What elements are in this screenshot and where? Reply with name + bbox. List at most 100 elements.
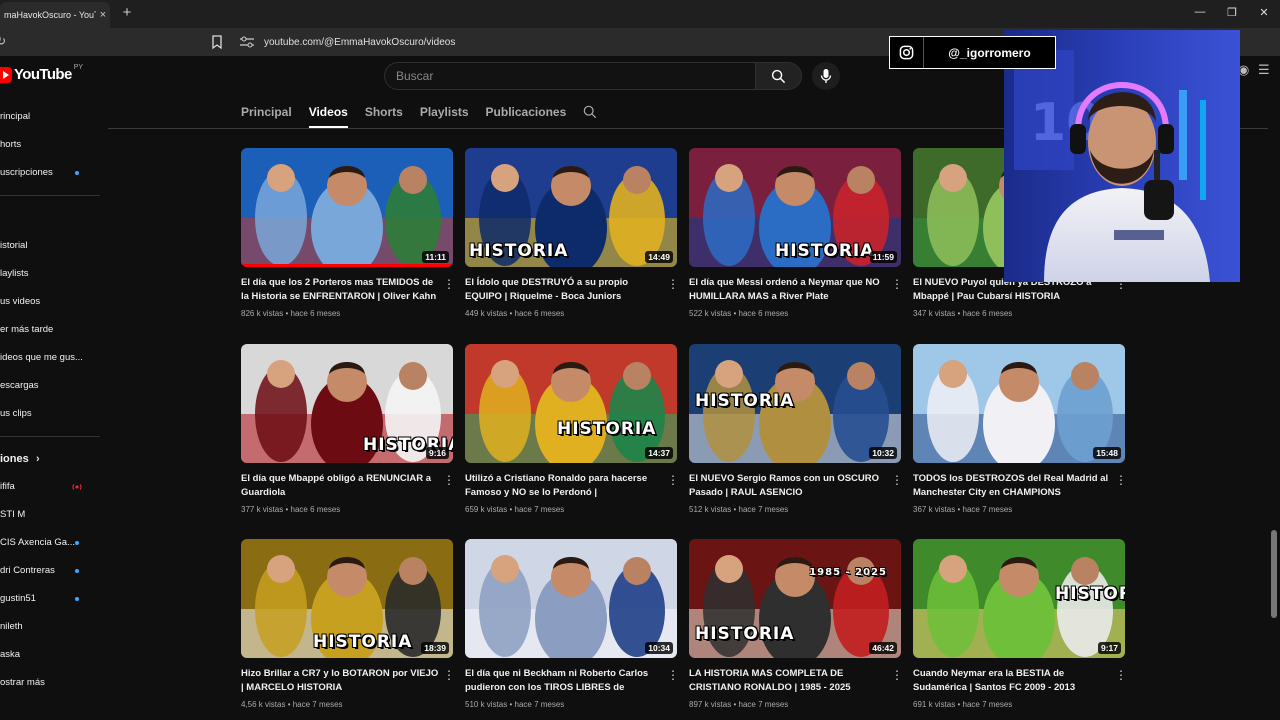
site-settings-icon[interactable] xyxy=(238,35,256,49)
subscription-item[interactable]: dri Contreras xyxy=(0,561,100,581)
video-title[interactable]: El día que los 2 Porteros mas TEMIDOS de… xyxy=(241,276,439,304)
restore-button[interactable]: ❐ xyxy=(1220,6,1244,19)
search-input[interactable] xyxy=(385,63,755,89)
video-thumbnail[interactable]: HISTORIA 9:17 xyxy=(913,539,1125,658)
more-actions-icon[interactable]: ⋮ xyxy=(443,474,455,488)
video-thumbnail[interactable]: HISTORIA 11:59 xyxy=(689,148,901,267)
video-card[interactable]: HISTORIA 14:49 El Ídolo que DESTRUYÓ a su … xyxy=(465,148,679,338)
sidebar-item-your-videos[interactable]: us videos xyxy=(0,292,100,312)
sidebar-item-liked-videos[interactable]: ideos que me gus... xyxy=(0,348,100,368)
video-views: 449 k vistas xyxy=(465,309,508,318)
sidebar-item-shorts[interactable]: horts xyxy=(0,135,100,155)
video-title[interactable]: El NUEVO Sergio Ramos con un OSCURO Pasa… xyxy=(689,472,887,500)
channel-search-button[interactable] xyxy=(583,100,599,124)
video-card[interactable]: HISTORIA 9:16 El día que Mbappé obligó a R… xyxy=(241,344,455,534)
video-thumbnail[interactable]: 15:48 xyxy=(913,344,1125,463)
close-window-button[interactable]: ✕ xyxy=(1252,6,1276,19)
voice-search-button[interactable] xyxy=(812,62,840,90)
show-more-button[interactable]: ostrar más xyxy=(0,673,100,693)
bookmark-icon[interactable] xyxy=(210,34,224,50)
tab-principal[interactable]: Principal xyxy=(241,100,292,128)
tab-playlists[interactable]: Playlists xyxy=(420,100,469,128)
reload-icon[interactable]: ↻ xyxy=(0,34,6,48)
video-thumbnail[interactable]: HISTORIA 14:37 xyxy=(465,344,677,463)
thumbnail-image xyxy=(913,344,1125,463)
video-age: hace 7 meses xyxy=(738,505,789,514)
video-card[interactable]: 10:34 El día que ni Beckham ni Roberto Ca… xyxy=(465,539,679,720)
more-actions-icon[interactable]: ⋮ xyxy=(667,669,679,683)
sidebar-item-downloads[interactable]: escargas xyxy=(0,376,100,396)
video-card[interactable]: HISTORIA 10:32 El NUEVO Sergio Ramos con u… xyxy=(689,344,903,534)
browser-menu-icon[interactable]: ☰ xyxy=(1258,62,1270,78)
omnibox[interactable]: youtube.com/@EmmaHavokOscuro/videos xyxy=(232,32,892,52)
video-card[interactable]: HISTORIA 9:17 Cuando Neymar era la BESTIA … xyxy=(913,539,1127,720)
more-actions-icon[interactable]: ⋮ xyxy=(443,669,455,683)
tab-videos[interactable]: Videos xyxy=(308,100,348,128)
subscriptions-section-header[interactable]: iones › xyxy=(0,449,100,469)
scrollbar-thumb[interactable] xyxy=(1271,530,1277,618)
subscription-item[interactable]: nileth xyxy=(0,617,100,637)
video-metadata: 897 k vistas • hace 7 meses xyxy=(689,700,788,709)
sidebar-item-subscriptions[interactable]: uscripciones xyxy=(0,163,100,183)
subscription-item[interactable]: CIS Axencia Ga... xyxy=(0,533,100,553)
more-actions-icon[interactable]: ⋮ xyxy=(1115,474,1127,488)
sidebar-divider xyxy=(0,195,100,196)
subscription-item[interactable]: ififa xyxy=(0,477,100,497)
more-actions-icon[interactable]: ⋮ xyxy=(891,278,903,292)
video-card[interactable]: HISTORIA 18:39 Hizo Brillar a CR7 y lo BOT… xyxy=(241,539,455,720)
video-age: hace 7 meses xyxy=(514,700,565,709)
video-thumbnail[interactable]: HISTORIA 10:32 xyxy=(689,344,901,463)
search-icon xyxy=(771,69,786,83)
video-thumbnail[interactable]: 10:34 xyxy=(465,539,677,658)
search-button[interactable] xyxy=(756,62,802,90)
youtube-logo[interactable]: YouTube PY xyxy=(0,64,83,83)
video-metadata: 347 k vistas • hace 6 meses xyxy=(913,309,1012,318)
more-actions-icon[interactable]: ⋮ xyxy=(891,669,903,683)
subscription-name: gustin51 xyxy=(0,593,36,604)
sidebar-item-watch-later[interactable]: er más tarde xyxy=(0,320,100,340)
sidebar-item-history[interactable]: istorial xyxy=(0,236,100,256)
sidebar-item-home[interactable]: rincipal xyxy=(0,107,100,127)
video-title[interactable]: Utilizó a Cristiano Ronaldo para hacerse… xyxy=(465,472,663,500)
more-actions-icon[interactable]: ⋮ xyxy=(1115,669,1127,683)
video-thumbnail[interactable]: HISTORIA 1985 - 2025 46:42 xyxy=(689,539,901,658)
video-duration: 11:59 xyxy=(869,251,897,263)
sidebar-divider xyxy=(0,436,100,437)
video-thumbnail[interactable]: 11:11 xyxy=(241,148,453,267)
subscription-item[interactable]: STI M xyxy=(0,505,100,525)
sidebar-item-label: escargas xyxy=(0,380,39,391)
video-card[interactable]: 11:11 El día que los 2 Porteros mas TEMID… xyxy=(241,148,455,338)
sidebar-item-your-clips[interactable]: us clips xyxy=(0,404,100,424)
video-thumbnail[interactable]: HISTORIA 18:39 xyxy=(241,539,453,658)
subscription-item[interactable]: aska xyxy=(0,645,100,665)
sidebar-item-playlists[interactable]: laylists xyxy=(0,264,100,284)
video-card[interactable]: HISTORIA 11:59 El día que Messi ordenó a N… xyxy=(689,148,903,338)
video-thumbnail[interactable]: HISTORIA 14:49 xyxy=(465,148,677,267)
search-box xyxy=(384,62,756,90)
more-actions-icon[interactable]: ⋮ xyxy=(667,474,679,488)
sidebar-item-label: er más tarde xyxy=(0,324,54,335)
video-title[interactable]: LA HISTORIA MAS COMPLETA DE CRISTIANO RO… xyxy=(689,667,887,695)
browser-tab[interactable]: maHavokOscuro - YouTube × xyxy=(0,2,110,28)
video-metadata: 522 k vistas • hace 6 meses xyxy=(689,309,788,318)
tab-shorts[interactable]: Shorts xyxy=(365,100,403,128)
video-title[interactable]: El día que ni Beckham ni Roberto Carlos … xyxy=(465,667,663,695)
new-tab-button[interactable]: + xyxy=(118,4,136,22)
video-title[interactable]: El día que Messi ordenó a Neymar que NO … xyxy=(689,276,887,304)
tab-publicaciones[interactable]: Publicaciones xyxy=(486,100,567,128)
more-actions-icon[interactable]: ⋮ xyxy=(891,474,903,488)
video-title[interactable]: TODOS los DESTROZOS del Real Madrid al M… xyxy=(913,472,1111,500)
video-thumbnail[interactable]: HISTORIA 9:16 xyxy=(241,344,453,463)
minimize-button[interactable]: — xyxy=(1188,6,1212,18)
video-title[interactable]: El día que Mbappé obligó a RENUNCIAR a G… xyxy=(241,472,439,500)
video-title[interactable]: El Ídolo que DESTRUYÓ a su propio EQUIPO… xyxy=(465,276,663,304)
video-title[interactable]: Hizo Brillar a CR7 y lo BOTARON por VIEJ… xyxy=(241,667,439,695)
video-card[interactable]: HISTORIA 14:37 Utilizó a Cristiano Ronaldo… xyxy=(465,344,679,534)
subscription-item[interactable]: gustin51 xyxy=(0,589,100,609)
more-actions-icon[interactable]: ⋮ xyxy=(667,278,679,292)
video-card[interactable]: 15:48 TODOS los DESTROZOS del Real Madrid… xyxy=(913,344,1127,534)
more-actions-icon[interactable]: ⋮ xyxy=(443,278,455,292)
close-tab-icon[interactable]: × xyxy=(96,9,110,21)
video-card[interactable]: HISTORIA 1985 - 2025 46:42 LA HISTORIA MAS … xyxy=(689,539,903,720)
video-title[interactable]: Cuando Neymar era la BESTIA de Sudaméric… xyxy=(913,667,1111,695)
